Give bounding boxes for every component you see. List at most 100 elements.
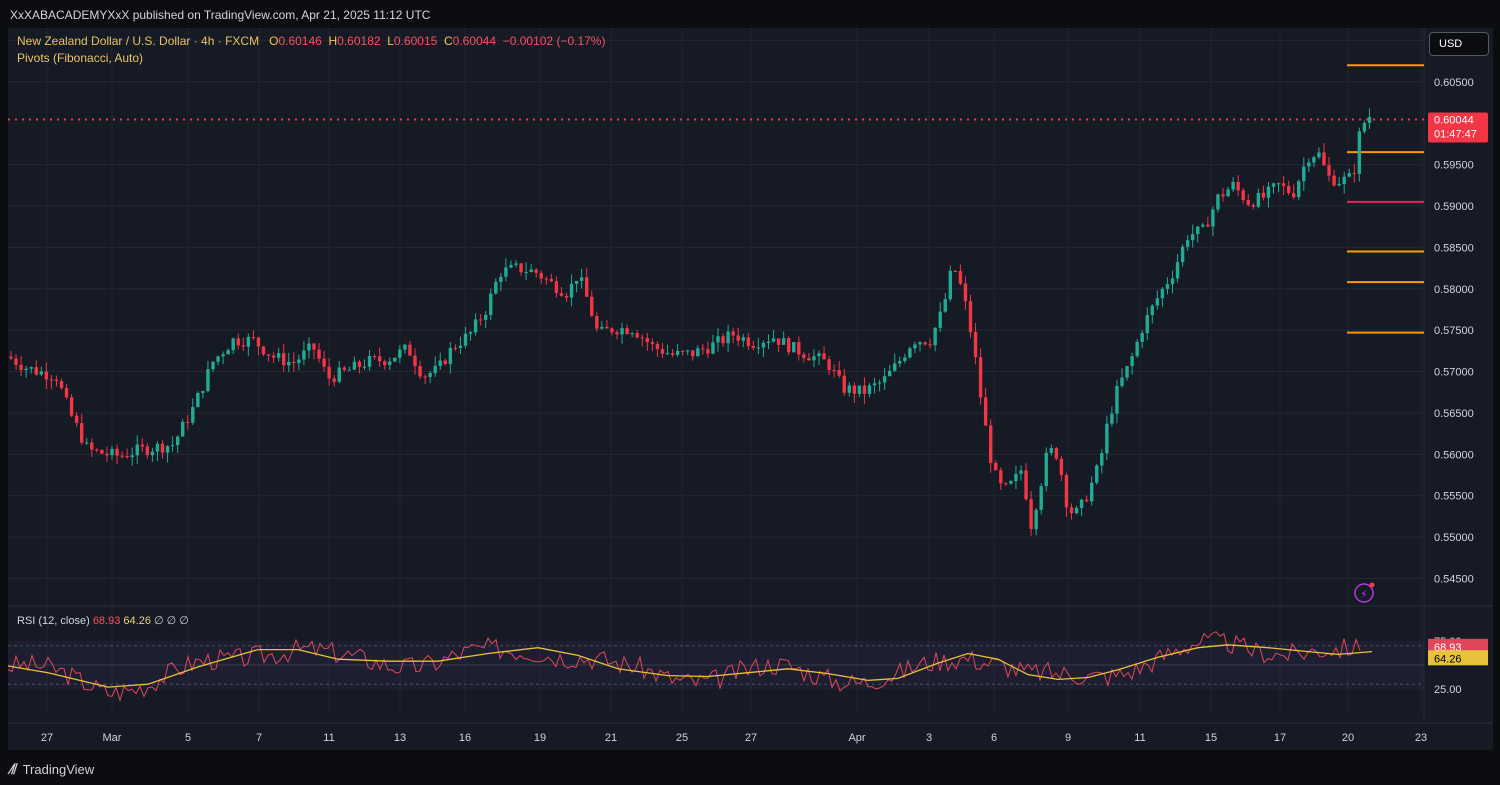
time-axis: 27 Mar 5 7 11 13 16 19 21 25 27 Apr 3 6 9 11 15 17 20 23 xyxy=(41,732,1427,744)
candle-down xyxy=(989,425,993,463)
candle-down xyxy=(317,349,321,359)
candle-up xyxy=(1090,482,1094,502)
candle-up xyxy=(630,333,634,335)
candle-down xyxy=(736,335,740,341)
time-tick-label: 15 xyxy=(1205,732,1217,744)
candle-down xyxy=(271,355,276,358)
candle-down xyxy=(751,346,756,348)
candle-up xyxy=(463,333,468,346)
candle-up xyxy=(877,382,882,384)
candle-up xyxy=(882,376,887,383)
candle-up xyxy=(1297,181,1301,198)
candle-up xyxy=(1165,284,1170,289)
candle-down xyxy=(14,358,18,365)
candle-down xyxy=(559,293,564,296)
candle-up xyxy=(1150,305,1154,316)
candle-up xyxy=(1105,423,1109,454)
rsi-indicator-label[interactable]: RSI (12, close) 68.93 64.26 ∅ ∅ ∅ xyxy=(17,614,189,627)
rsi-ma-value: 64.26 xyxy=(123,615,151,627)
price-tick-label: 0.54500 xyxy=(1434,574,1474,586)
candle-down xyxy=(49,379,54,381)
candle-up xyxy=(1256,192,1261,207)
candle-up xyxy=(933,327,937,346)
candle-down xyxy=(59,381,64,389)
candle-down xyxy=(1241,190,1245,201)
tradingview-brand[interactable]: ⁄⫽ TradingView xyxy=(10,761,94,778)
candle-up xyxy=(1140,333,1144,342)
candle-down xyxy=(958,270,963,284)
candle-down xyxy=(655,343,660,350)
candle-down xyxy=(1332,175,1336,186)
price-tick-label: 0.55500 xyxy=(1434,491,1474,503)
candle-down xyxy=(1327,165,1331,176)
candle-down xyxy=(54,379,59,382)
candle-up xyxy=(302,350,306,360)
candle-up xyxy=(428,373,432,377)
pivots-indicator-label[interactable]: Pivots (Fibonacci, Auto) xyxy=(17,51,143,65)
candle-up xyxy=(504,267,508,277)
candle-up xyxy=(352,361,357,370)
candle-down xyxy=(1029,499,1033,530)
candle-up xyxy=(226,350,230,355)
currency-button[interactable]: USD xyxy=(1429,32,1489,56)
candle-down xyxy=(372,356,377,358)
time-tick-label: 9 xyxy=(1065,732,1071,744)
candle-up xyxy=(1095,465,1099,483)
candle-up xyxy=(857,385,862,394)
candle-up xyxy=(741,337,745,341)
candle-down xyxy=(44,371,49,380)
candle-down xyxy=(625,328,629,334)
candle-up xyxy=(1135,341,1139,357)
candle-up xyxy=(1367,117,1372,123)
candle-up xyxy=(888,370,892,377)
candle-up xyxy=(529,269,533,272)
candle-up xyxy=(898,360,902,364)
candle-down xyxy=(377,356,382,362)
candle-up xyxy=(913,344,917,349)
rsi-ma-text: 64.26 xyxy=(1434,653,1462,665)
candle-down xyxy=(453,347,458,349)
candle-down xyxy=(64,388,69,398)
candle-down xyxy=(645,338,649,343)
candle-down xyxy=(160,443,165,453)
candle-up xyxy=(1170,278,1175,285)
candle-down xyxy=(615,332,619,335)
candle-up xyxy=(1307,162,1311,167)
candle-down xyxy=(34,367,38,375)
time-tick-label: 11 xyxy=(323,732,334,744)
countdown-text: 01:47:47 xyxy=(1434,129,1477,141)
candle-up xyxy=(337,367,341,382)
candle-down xyxy=(100,450,104,454)
candle-up xyxy=(675,350,680,355)
candle-up xyxy=(181,421,185,437)
candle-up xyxy=(781,338,786,345)
candle-up xyxy=(196,392,200,408)
candle-up xyxy=(489,293,493,315)
candle-up xyxy=(130,455,134,458)
candle-up xyxy=(1115,385,1119,414)
candle-up xyxy=(711,342,715,354)
candle-up xyxy=(686,350,690,352)
price-tick-label: 0.56500 xyxy=(1434,408,1474,420)
candle-up xyxy=(165,446,170,453)
time-tick-label: 11 xyxy=(1134,732,1145,744)
candle-down xyxy=(1281,183,1286,186)
candle-down xyxy=(534,269,538,273)
candle-down xyxy=(595,316,599,329)
candle-up xyxy=(433,365,437,374)
candle-down xyxy=(797,342,801,355)
candle-up xyxy=(1185,240,1190,247)
candle-down xyxy=(822,353,826,360)
candle-up xyxy=(1342,176,1346,185)
candle-down xyxy=(327,366,331,379)
candle-down xyxy=(670,353,675,355)
candle-down xyxy=(787,338,791,353)
candle-up xyxy=(1175,262,1180,279)
candle-down xyxy=(332,378,336,382)
alert-dot-icon xyxy=(1369,582,1375,588)
candle-down xyxy=(1004,483,1008,485)
time-tick-label: 27 xyxy=(41,732,53,744)
candle-down xyxy=(120,455,124,457)
candle-up xyxy=(175,436,180,446)
time-tick-label: 5 xyxy=(185,732,191,744)
